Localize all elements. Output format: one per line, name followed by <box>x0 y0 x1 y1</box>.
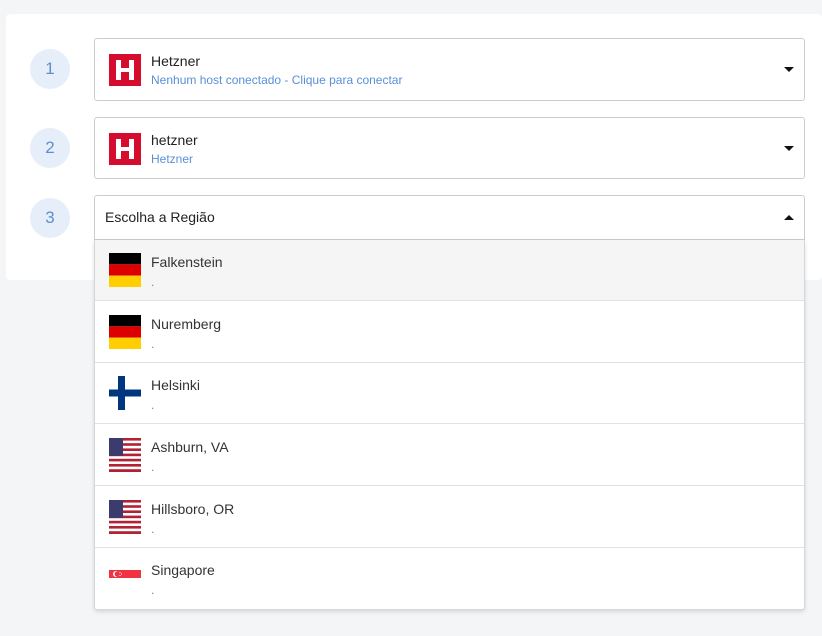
region-option-ashburn[interactable]: Ashburn, VA . <box>95 425 804 486</box>
provider-subtitle[interactable]: Nenhum host conectado - Clique para cone… <box>151 73 402 87</box>
account-subtitle: Hetzner <box>151 152 194 166</box>
region-detail: . <box>151 337 155 351</box>
region-select-placeholder: Escolha a Região <box>105 209 215 225</box>
finland-flag-icon <box>109 376 141 410</box>
region-name: Falkenstein <box>151 254 223 270</box>
step-3-badge: 3 <box>30 198 70 238</box>
region-option-hillsboro[interactable]: Hillsboro, OR . <box>95 487 804 548</box>
region-dropdown-list: Falkenstein . Nuremberg . Helsinki . Ash… <box>94 240 805 610</box>
region-detail: . <box>151 275 155 289</box>
region-name: Helsinki <box>151 377 201 393</box>
region-select[interactable]: Escolha a Região <box>94 195 805 240</box>
hetzner-logo-icon <box>109 54 141 86</box>
step-2-badge: 2 <box>30 128 70 168</box>
region-option-helsinki[interactable]: Helsinki . <box>95 363 804 424</box>
region-name: Hillsboro, OR <box>151 501 235 517</box>
chevron-down-icon[interactable] <box>784 67 794 72</box>
region-detail: . <box>151 460 155 474</box>
chevron-down-icon[interactable] <box>784 146 794 151</box>
singapore-flag-icon <box>109 561 141 595</box>
region-option-singapore[interactable]: Singapore . <box>95 548 804 609</box>
step-1-badge: 1 <box>30 49 70 89</box>
region-detail: . <box>151 583 155 597</box>
provider-title: Hetzner <box>151 53 201 69</box>
region-detail: . <box>151 522 155 536</box>
hetzner-logo-icon <box>109 133 141 165</box>
usa-flag-icon <box>109 438 141 472</box>
provider-select[interactable]: Hetzner Nenhum host conectado - Clique p… <box>94 38 805 101</box>
germany-flag-icon <box>109 253 141 287</box>
region-name: Ashburn, VA <box>151 439 229 455</box>
region-name: Singapore <box>151 562 215 578</box>
region-detail: . <box>151 398 155 412</box>
germany-flag-icon <box>109 315 141 349</box>
account-title: hetzner <box>151 132 198 148</box>
usa-flag-icon <box>109 500 141 534</box>
region-option-falkenstein[interactable]: Falkenstein . <box>95 240 804 301</box>
region-option-nuremberg[interactable]: Nuremberg . <box>95 302 804 363</box>
region-name: Nuremberg <box>151 316 222 332</box>
account-select[interactable]: hetzner Hetzner <box>94 117 805 179</box>
chevron-up-icon[interactable] <box>784 215 794 220</box>
